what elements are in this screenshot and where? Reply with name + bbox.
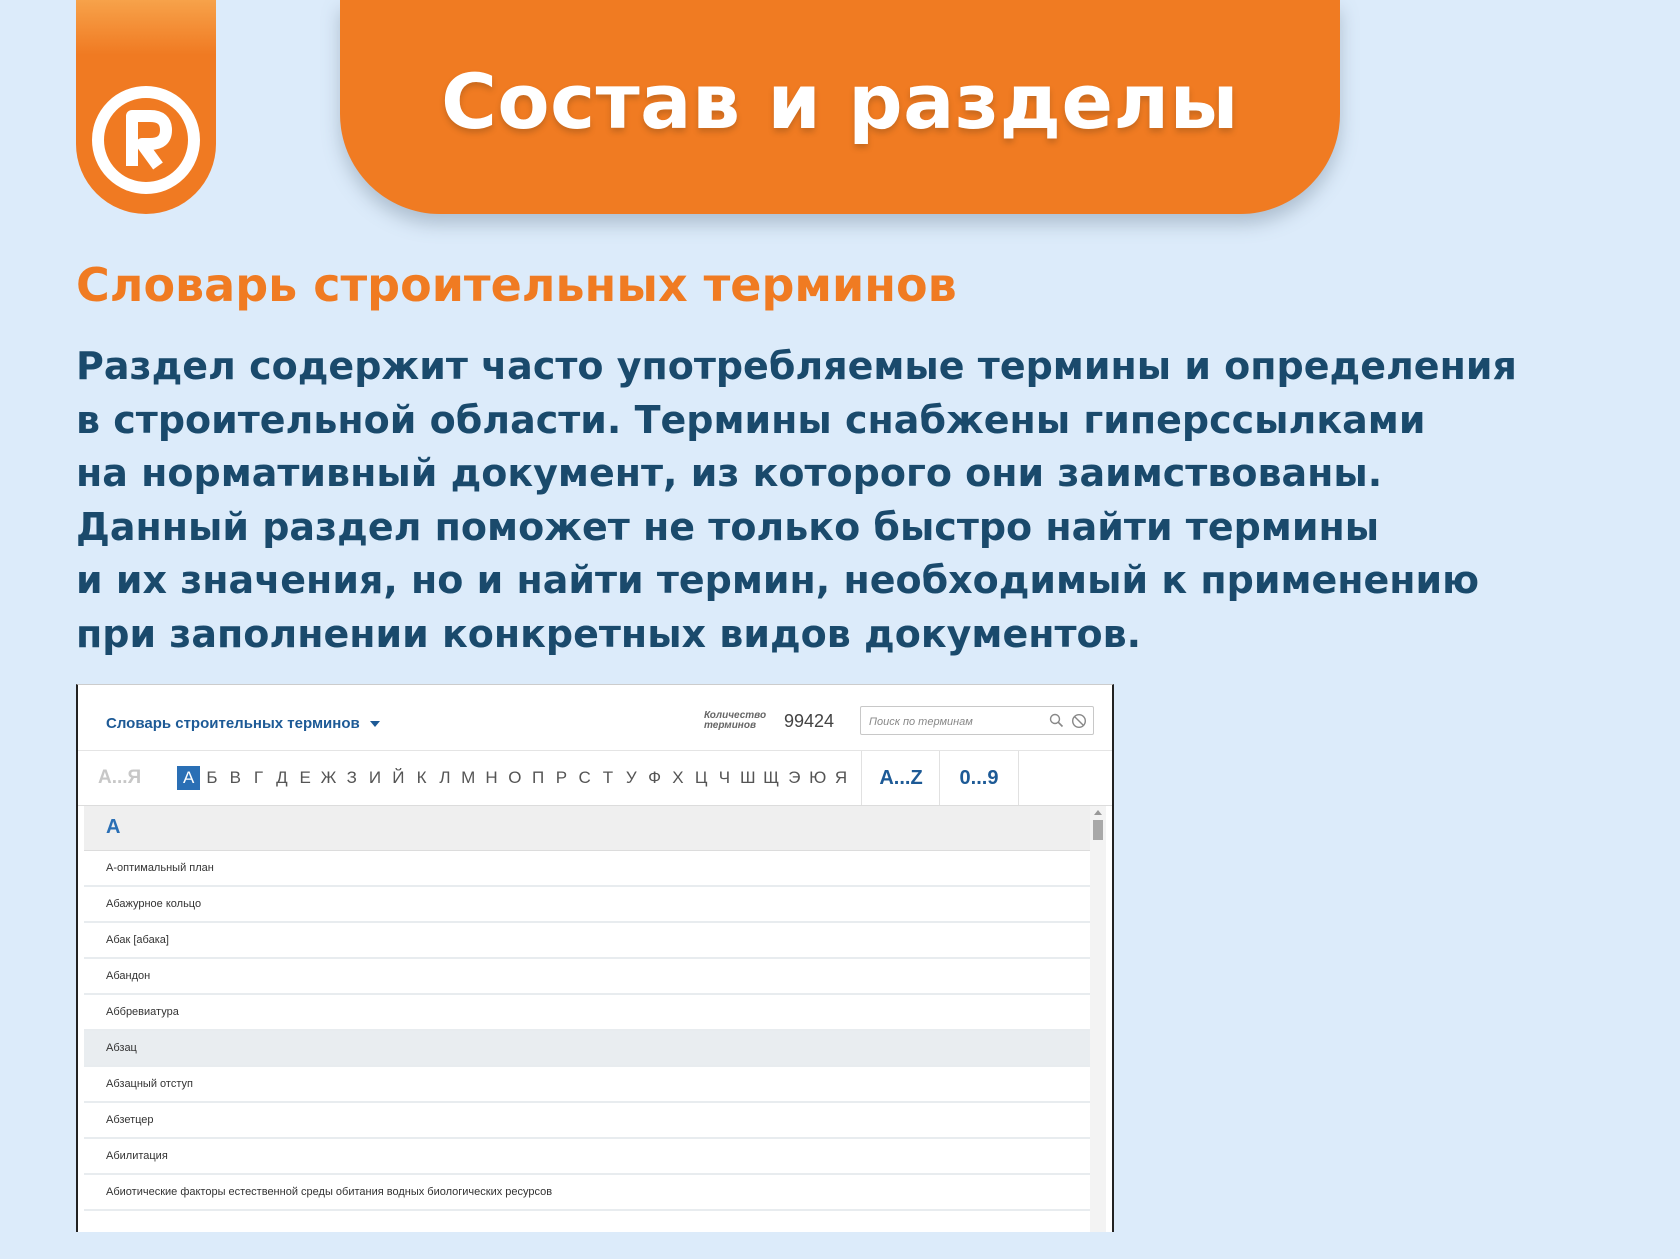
letter-12[interactable]: Л: [433, 766, 456, 790]
clear-icon[interactable]: [1071, 713, 1087, 729]
letter-18[interactable]: С: [573, 766, 596, 790]
registered-logo-icon: [92, 86, 200, 194]
letter-16[interactable]: П: [526, 766, 549, 790]
group-header: А: [84, 806, 1094, 851]
terms-list: А А-оптимальный план Абажурное кольцо Абак…: [84, 806, 1094, 1232]
letter-29[interactable]: Я: [829, 766, 852, 790]
term-count-label-line: терминов: [704, 720, 756, 731]
letter-15[interactable]: О: [503, 766, 526, 790]
description-line: на нормативный документ, из которого они…: [76, 451, 1383, 495]
letter-6[interactable]: Е: [293, 766, 316, 790]
letter-10[interactable]: Й: [387, 766, 410, 790]
letter-7[interactable]: Ж: [317, 766, 340, 790]
scroll-up-arrow-icon[interactable]: [1094, 810, 1102, 815]
letter-22[interactable]: Х: [666, 766, 689, 790]
description-line: и их значения, но и найти термин, необхо…: [76, 558, 1480, 602]
logo-bookmark: [76, 0, 216, 214]
term-row[interactable]: Абак [абака]: [84, 923, 1094, 959]
description-line: Данный раздел поможет не только быстро н…: [76, 504, 1380, 549]
section-title: Словарь строительных терминов: [76, 258, 957, 312]
dictionary-select-label: Словарь строительных терминов: [106, 715, 360, 732]
term-row[interactable]: Аббревиатура: [84, 995, 1094, 1031]
letter-filter: АБВГДЕЖЗИЙКЛМНОПРСТУФХЦЧШЩЭЮЯ: [177, 766, 853, 790]
letter-5[interactable]: Д: [270, 766, 293, 790]
term-row[interactable]: Абандон: [84, 959, 1094, 995]
letter-17[interactable]: Р: [550, 766, 573, 790]
search-input[interactable]: [867, 712, 1041, 731]
search-box: [860, 706, 1094, 735]
app-header: Словарь строительных терминов Количество…: [78, 685, 1112, 751]
caret-down-icon: [369, 720, 380, 727]
letter-21[interactable]: Ф: [643, 766, 666, 790]
letter-23[interactable]: Ц: [690, 766, 713, 790]
letter-1[interactable]: А: [177, 766, 201, 790]
letter-4[interactable]: Г: [247, 766, 270, 790]
dictionary-screenshot: Словарь строительных терминов Количество…: [76, 684, 1114, 1232]
description-line: Раздел содержит часто употребляемые терм…: [76, 344, 1517, 388]
description: Раздел содержит часто употребляемые терм…: [76, 340, 1636, 661]
description-line: при заполнении конкретных видов документ…: [76, 611, 1142, 656]
header-banner: Состав и разделы: [340, 0, 1340, 214]
term-count-label: Количество терминов: [704, 711, 774, 731]
letter-24[interactable]: Ч: [713, 766, 736, 790]
term-row[interactable]: А-оптимальный план: [84, 851, 1094, 887]
term-row[interactable]: Абзацный отступ: [84, 1067, 1094, 1103]
term-row[interactable]: Абзац: [84, 1031, 1094, 1067]
group-letter: А: [106, 816, 121, 838]
letter-13[interactable]: М: [457, 766, 480, 790]
letter-19[interactable]: Т: [596, 766, 619, 790]
letter-11[interactable]: К: [410, 766, 433, 790]
scrollbar[interactable]: [1090, 806, 1106, 1232]
letter-26[interactable]: Щ: [759, 766, 782, 790]
search-icon[interactable]: [1049, 713, 1064, 728]
tab-digits[interactable]: 0...9: [939, 751, 1019, 805]
tab-latin[interactable]: A...Z: [861, 751, 940, 805]
tab-cyrillic[interactable]: А...Я: [98, 767, 141, 789]
page-title: Состав и разделы: [441, 56, 1239, 146]
term-row[interactable]: Абажурное кольцо: [84, 887, 1094, 923]
term-row[interactable]: Абиотические факторы естественной среды …: [84, 1175, 1094, 1211]
term-count-value: 99424: [784, 711, 835, 731]
letter-25[interactable]: Ш: [736, 766, 759, 790]
scroll-thumb[interactable]: [1093, 820, 1103, 840]
term-rows: А-оптимальный план Абажурное кольцо Абак […: [84, 851, 1094, 1211]
term-row[interactable]: Абилитация: [84, 1139, 1094, 1175]
letter-8[interactable]: З: [340, 766, 363, 790]
letter-28[interactable]: Ю: [806, 766, 829, 790]
dictionary-select[interactable]: Словарь строительных терминов: [106, 715, 380, 732]
description-line: в строительной области. Термины снабжены…: [76, 397, 1426, 442]
letter-3[interactable]: В: [224, 766, 247, 790]
letter-27[interactable]: Э: [783, 766, 806, 790]
letter-20[interactable]: У: [620, 766, 643, 790]
letter-2[interactable]: Б: [200, 766, 223, 790]
letter-9[interactable]: И: [363, 766, 386, 790]
term-row[interactable]: Абзетцер: [84, 1103, 1094, 1139]
letter-14[interactable]: Н: [480, 766, 503, 790]
alphabet-bar: А...Я АБВГДЕЖЗИЙКЛМНОПРСТУФХЦЧШЩЭЮЯ A...…: [78, 751, 1112, 806]
